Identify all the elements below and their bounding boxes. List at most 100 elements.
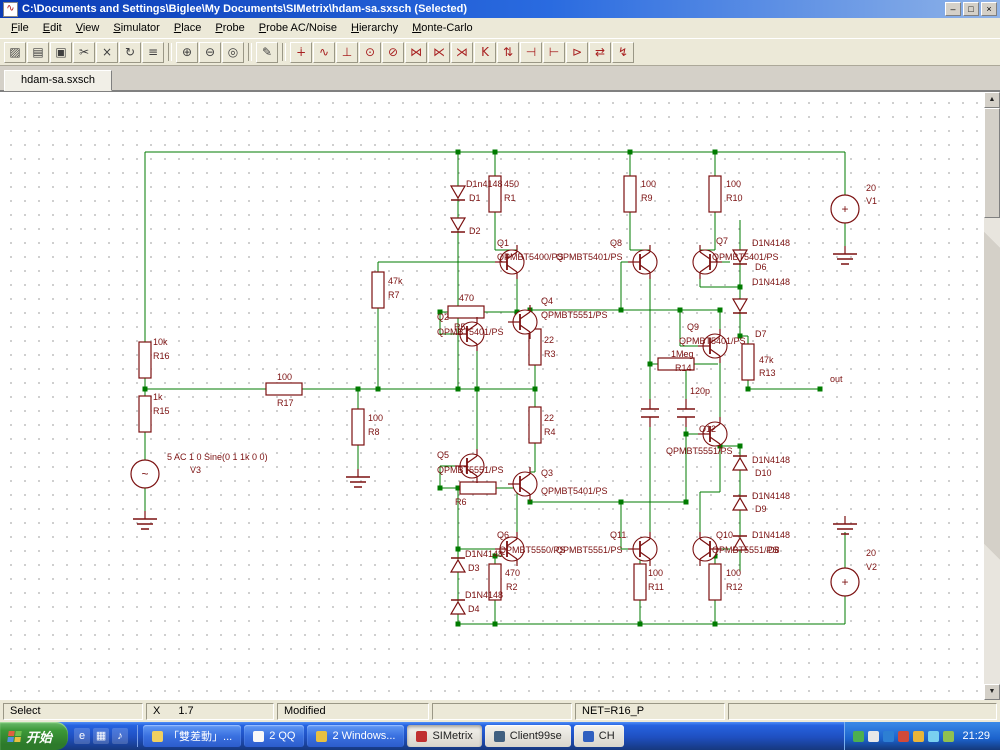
resistor-R15[interactable] bbox=[138, 395, 152, 433]
titlebar[interactable]: ∿ C:\Documents and Settings\Biglee\My Do… bbox=[0, 0, 1000, 18]
part-label[interactable]: 47k bbox=[388, 276, 403, 286]
tab-hdam-sa-sxsch[interactable]: hdam-sa.sxsch bbox=[4, 70, 112, 91]
menu-monte-carlo[interactable]: Monte-Carlo bbox=[405, 19, 480, 37]
diode-D4[interactable] bbox=[449, 599, 467, 615]
copy-button[interactable]: ▣ bbox=[50, 41, 72, 63]
part-label[interactable]: R6 bbox=[455, 497, 467, 507]
resistor-R13[interactable] bbox=[741, 343, 755, 381]
part-label[interactable]: 100 bbox=[726, 568, 741, 578]
taskbar-button-2-qq[interactable]: 2 QQ bbox=[244, 725, 305, 747]
close-button[interactable]: × bbox=[981, 2, 997, 16]
ground-symbol[interactable] bbox=[833, 516, 857, 535]
part-label[interactable]: Q11 bbox=[610, 530, 626, 540]
part-label[interactable]: D1 bbox=[469, 193, 481, 203]
diode-D2[interactable] bbox=[449, 217, 467, 233]
taskbar-button-ch[interactable]: CH bbox=[573, 725, 624, 747]
resistor-R6[interactable] bbox=[459, 481, 497, 495]
part-label[interactable]: 20 bbox=[866, 548, 876, 558]
part-label[interactable]: D8 bbox=[768, 545, 780, 555]
place-capacitor-button[interactable]: ⊢ bbox=[543, 41, 565, 63]
part-label[interactable]: 100 bbox=[726, 179, 741, 189]
part-label[interactable]: 1Meg bbox=[671, 349, 694, 359]
resistor-R5[interactable] bbox=[447, 305, 485, 319]
menu-probe-ac-noise[interactable]: Probe AC/Noise bbox=[252, 19, 344, 37]
part-label[interactable]: 120p bbox=[690, 386, 710, 396]
part-label[interactable]: R1 bbox=[504, 193, 516, 203]
tray-icon-1[interactable] bbox=[853, 730, 865, 742]
part-label[interactable]: D9 bbox=[755, 504, 767, 514]
part-label[interactable]: D1N4148 bbox=[752, 238, 790, 248]
part-label[interactable]: Q6 bbox=[497, 530, 509, 540]
transistor-Q9[interactable] bbox=[698, 329, 728, 363]
menu-edit[interactable]: Edit bbox=[36, 19, 69, 37]
part-label[interactable]: Q3 bbox=[541, 468, 553, 478]
part-label[interactable]: V1 bbox=[866, 196, 877, 206]
resistor-R17[interactable] bbox=[265, 382, 303, 396]
part-label[interactable]: Q9 bbox=[687, 322, 699, 332]
place-npn-button[interactable]: ⋉ bbox=[428, 41, 450, 63]
place-ground-button[interactable]: ⊥ bbox=[336, 41, 358, 63]
place-opamp-button[interactable]: ⊳ bbox=[566, 41, 588, 63]
part-label[interactable]: Q4 bbox=[541, 296, 553, 306]
place-diode-button[interactable]: ⋈ bbox=[405, 41, 427, 63]
part-label[interactable]: QPMBT5401/PS bbox=[556, 252, 623, 262]
part-label[interactable]: 100 bbox=[641, 179, 656, 189]
schematic-svg[interactable]: + + ~ D1n4148 D1 450 R1 100 R9 100 R10 20 V1 D2 Q1 QPMB… bbox=[0, 92, 984, 704]
delete-button[interactable]: × bbox=[96, 41, 118, 63]
print-button[interactable]: ≡ bbox=[142, 41, 164, 63]
part-label[interactable]: Q10 bbox=[716, 530, 733, 540]
part-label[interactable]: R13 bbox=[759, 368, 776, 378]
open-button[interactable]: ▨ bbox=[4, 41, 26, 63]
part-label[interactable]: Q1 bbox=[497, 238, 509, 248]
tray-icon-2[interactable] bbox=[868, 730, 880, 742]
part-label[interactable]: 22 bbox=[544, 335, 554, 345]
part-label[interactable]: 450 bbox=[504, 179, 519, 189]
part-label[interactable]: D1n4148 bbox=[466, 179, 503, 189]
place-inductor-button[interactable]: ∿ bbox=[313, 41, 335, 63]
part-label[interactable]: V2 bbox=[866, 562, 877, 572]
transistor-Q11[interactable] bbox=[628, 532, 658, 566]
transistor-Q7[interactable] bbox=[692, 245, 722, 279]
part-label[interactable]: QPMBT5401/PS bbox=[679, 336, 746, 346]
part-label[interactable]: R15 bbox=[153, 406, 170, 416]
part-label[interactable]: 100 bbox=[368, 413, 383, 423]
part-label[interactable]: R16 bbox=[153, 351, 170, 361]
part-label[interactable]: D1N4148 bbox=[465, 549, 503, 559]
diode-D1[interactable] bbox=[449, 185, 467, 201]
part-label[interactable]: 20 bbox=[866, 183, 876, 193]
part-label[interactable]: Q5 bbox=[437, 450, 449, 460]
source-V1[interactable]: + bbox=[830, 194, 860, 224]
menu-simulator[interactable]: Simulator bbox=[106, 19, 166, 37]
resistor-R3[interactable] bbox=[528, 328, 542, 366]
part-label[interactable]: 1k bbox=[153, 392, 163, 402]
part-label[interactable]: 100 bbox=[277, 372, 292, 382]
part-label[interactable]: QPMBT5401/PS bbox=[712, 252, 779, 262]
part-label[interactable]: R11 bbox=[648, 582, 664, 592]
wire-pencil-button[interactable]: ✎ bbox=[256, 41, 278, 63]
tray-icon-7[interactable] bbox=[943, 730, 955, 742]
tray-icon-4[interactable] bbox=[898, 730, 910, 742]
part-label[interactable]: 470 bbox=[459, 293, 474, 303]
place-probe-button[interactable]: ∔ bbox=[290, 41, 312, 63]
part-label[interactable]: D7 bbox=[755, 329, 767, 339]
part-label[interactable]: QPMBT5551/PS bbox=[541, 310, 608, 320]
tray-icon-6[interactable] bbox=[928, 730, 940, 742]
tray-icon-3[interactable] bbox=[883, 730, 895, 742]
part-label[interactable]: R2 bbox=[506, 582, 518, 592]
media-player-icon[interactable]: ♪ bbox=[112, 728, 129, 744]
ground-symbol[interactable] bbox=[346, 469, 370, 488]
part-label[interactable]: D3 bbox=[468, 563, 480, 573]
part-label[interactable]: D6 bbox=[755, 262, 767, 272]
source-V2[interactable]: + bbox=[830, 567, 860, 597]
place-resistor-button[interactable]: ⊣ bbox=[520, 41, 542, 63]
resistor-R16[interactable] bbox=[138, 341, 152, 379]
part-label[interactable]: D10 bbox=[755, 468, 772, 478]
part-label[interactable]: QPMBT5400/PS bbox=[497, 252, 564, 262]
part-label[interactable]: D1N4148 bbox=[752, 530, 790, 540]
place-vsource-button[interactable]: ⊙ bbox=[359, 41, 381, 63]
zoom-out-button[interactable]: ⊖ bbox=[199, 41, 221, 63]
part-label[interactable]: QPMBT5401/PS bbox=[541, 486, 608, 496]
place-pnp-button[interactable]: ⋊ bbox=[451, 41, 473, 63]
part-label[interactable]: D1N4148 bbox=[752, 491, 790, 501]
scroll-thumb[interactable] bbox=[984, 108, 1000, 218]
